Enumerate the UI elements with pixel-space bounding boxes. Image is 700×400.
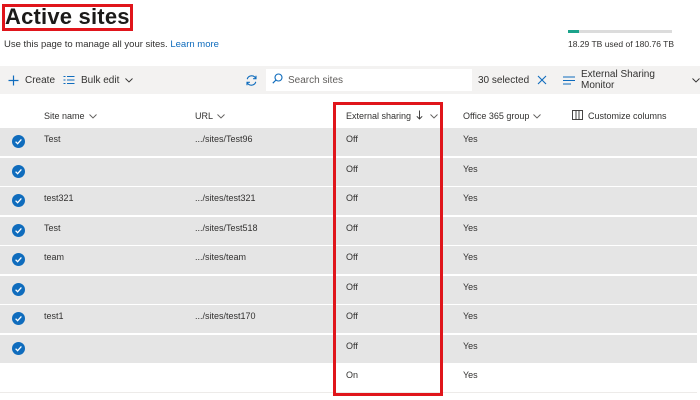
row-checkbox-checked-icon[interactable] xyxy=(12,164,25,178)
search-icon xyxy=(272,73,283,87)
bulk-edit-button[interactable]: Bulk edit xyxy=(63,66,134,94)
view-selector[interactable]: External Sharing Monitor xyxy=(563,66,700,94)
view-list-icon xyxy=(563,75,575,85)
cell-site-name: test1 xyxy=(44,311,64,321)
command-bar: Create Bulk edit Search sites 30 selecte… xyxy=(0,66,700,94)
search-placeholder: Search sites xyxy=(288,74,344,86)
chevron-down-icon xyxy=(125,77,134,83)
plus-icon xyxy=(8,75,19,86)
cell-office365-group: Yes xyxy=(463,134,478,144)
close-icon xyxy=(537,75,547,85)
cell-url: .../sites/Test518 xyxy=(195,222,258,233)
search-input[interactable]: Search sites xyxy=(266,69,472,91)
column-header-label: Office 365 group xyxy=(463,111,530,121)
customize-columns-button[interactable]: Customize columns xyxy=(572,104,667,128)
cell-url: .../sites/test321 xyxy=(195,193,256,203)
cell-external-sharing: Off xyxy=(346,340,358,351)
cell-office365-group: Yes xyxy=(463,222,478,233)
storage-usage-fill xyxy=(568,30,579,33)
sort-descending-icon xyxy=(416,110,423,122)
clear-selection-button[interactable] xyxy=(537,66,547,94)
cell-external-sharing: On xyxy=(346,370,359,380)
create-label: Create xyxy=(25,74,56,86)
table-row[interactable]: Off Yes xyxy=(0,275,697,305)
cell-external-sharing: Off xyxy=(346,311,358,321)
chevron-down-icon xyxy=(533,111,542,121)
view-label: External Sharing Monitor xyxy=(581,69,655,91)
cell-office365-group: Yes xyxy=(463,193,478,203)
subtitle-text: Use this page to manage all your sites. xyxy=(4,39,168,50)
customize-columns-label: Customize columns xyxy=(588,111,667,121)
row-checkbox-checked-icon[interactable] xyxy=(12,135,25,148)
row-checkbox-checked-icon[interactable] xyxy=(12,223,25,237)
table-row[interactable]: Test .../sites/Test96 Off Yes xyxy=(0,128,697,157)
table-row[interactable]: Off Yes xyxy=(0,157,697,187)
cell-external-sharing: Off xyxy=(346,134,358,144)
storage-usage-text: 18.29 TB used of 180.76 TB xyxy=(568,39,675,49)
cell-external-sharing: Off xyxy=(346,222,358,233)
chevron-down-icon xyxy=(217,111,225,121)
cell-office365-group: Yes xyxy=(463,281,478,292)
refresh-button[interactable] xyxy=(245,66,258,94)
cell-external-sharing: Off xyxy=(346,281,358,292)
column-header-site-name[interactable]: Site name xyxy=(44,104,97,128)
column-header-label: Site name xyxy=(44,111,85,121)
storage-usage-bar xyxy=(568,30,672,33)
page-subtitle: Use this page to manage all your sites. … xyxy=(4,39,219,50)
cell-office365-group: Yes xyxy=(463,163,478,174)
bulk-edit-icon xyxy=(63,75,75,85)
chevron-down-icon xyxy=(692,77,700,83)
table-row[interactable]: Off Yes xyxy=(0,334,697,364)
column-header-label: URL xyxy=(195,111,214,121)
column-header-url[interactable]: URL xyxy=(195,104,225,128)
selected-count: 30 selected xyxy=(478,74,530,86)
table-row[interactable]: test321 .../sites/test321 Off Yes xyxy=(0,187,697,216)
table-row[interactable]: On Yes xyxy=(0,364,697,393)
learn-more-link[interactable]: Learn more xyxy=(170,39,219,50)
bulk-edit-label: Bulk edit xyxy=(81,74,120,86)
page-title: Active sites xyxy=(5,4,130,29)
customize-columns-icon xyxy=(572,110,583,122)
table-row[interactable]: team .../sites/team Off Yes xyxy=(0,246,697,275)
cell-office365-group: Yes xyxy=(463,311,478,321)
cell-url: .../sites/test170 xyxy=(195,311,256,321)
cell-external-sharing: Off xyxy=(346,163,358,174)
row-checkbox-checked-icon[interactable] xyxy=(12,253,25,266)
cell-url: .../sites/team xyxy=(195,252,247,262)
cell-site-name: Test xyxy=(44,222,61,233)
cell-url: .../sites/Test96 xyxy=(195,134,253,144)
row-checkbox-checked-icon[interactable] xyxy=(12,341,25,355)
cell-site-name: Test xyxy=(44,134,61,144)
chevron-down-icon xyxy=(430,111,438,121)
refresh-icon xyxy=(245,74,258,87)
cell-external-sharing: Off xyxy=(346,193,358,203)
table-row[interactable]: Test .../sites/Test518 Off Yes xyxy=(0,216,697,246)
cell-office365-group: Yes xyxy=(463,252,478,262)
cell-office365-group: Yes xyxy=(463,370,478,380)
create-button[interactable]: Create xyxy=(8,66,55,94)
row-checkbox-checked-icon[interactable] xyxy=(12,312,25,325)
cell-external-sharing: Off xyxy=(346,252,358,262)
column-header-external-sharing[interactable]: External sharing xyxy=(346,104,438,128)
column-header-label: External sharing xyxy=(346,111,412,121)
table-row[interactable]: test1 .../sites/test170 Off Yes xyxy=(0,305,697,334)
cell-site-name: team xyxy=(44,252,65,262)
cell-office365-group: Yes xyxy=(463,340,478,351)
chevron-down-icon xyxy=(88,111,97,121)
row-checkbox-checked-icon[interactable] xyxy=(12,194,25,207)
column-header-office365-group[interactable]: Office 365 group xyxy=(463,104,542,128)
cell-site-name: test321 xyxy=(44,193,74,203)
row-checkbox-checked-icon[interactable] xyxy=(12,282,25,296)
